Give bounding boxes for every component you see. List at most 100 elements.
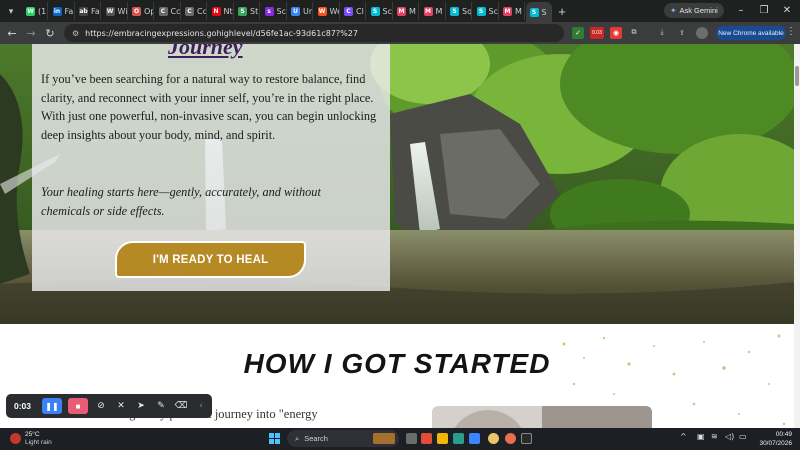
- volume-icon[interactable]: ◁): [725, 432, 734, 441]
- search-icon: ⌕: [295, 433, 300, 443]
- task-view-icon[interactable]: [406, 433, 417, 444]
- tab-label: Cc: [197, 6, 207, 16]
- ready-to-heal-button[interactable]: I'M READY TO HEAL: [115, 241, 306, 278]
- forward-icon[interactable]: →: [22, 24, 40, 42]
- tab-favicon-icon: S: [370, 6, 380, 16]
- page-content: Journey If you’ve been searching for a n…: [0, 44, 800, 428]
- extensions-puzzle-icon[interactable]: ⧉: [628, 27, 640, 39]
- tab[interactable]: U Ur: [287, 2, 313, 20]
- tab-favicon-icon: C: [185, 6, 194, 16]
- recorder-extension-badge: 0.03: [592, 30, 602, 36]
- tab[interactable]: C Cl: [340, 2, 366, 20]
- tab-label: Sq: [462, 6, 472, 16]
- avatar[interactable]: [696, 27, 708, 39]
- system-clock[interactable]: 00:49 30/07/2026: [754, 430, 792, 448]
- restore-icon[interactable]: ❐: [752, 0, 776, 20]
- stop-button[interactable]: ■: [68, 398, 88, 414]
- back-icon[interactable]: ←: [3, 24, 21, 42]
- tab-label: Sc: [382, 6, 392, 16]
- tab-favicon-icon: C: [158, 6, 168, 16]
- tab[interactable]: s Sc: [261, 2, 287, 20]
- tab[interactable]: S Sq: [446, 2, 472, 20]
- file-explorer-icon[interactable]: [437, 433, 448, 444]
- weather-temp: 25°C: [25, 431, 40, 438]
- tab[interactable]: C Cc: [155, 2, 181, 20]
- collapse-chevron-icon[interactable]: ‹: [194, 398, 208, 414]
- address-url[interactable]: https://embracingexpressions.gohighlevel…: [85, 29, 358, 38]
- tab-label: Sc: [276, 6, 286, 16]
- tab[interactable]: OOp: [128, 2, 154, 20]
- store-icon[interactable]: [469, 433, 480, 444]
- edge-icon[interactable]: [453, 433, 464, 444]
- app-icon[interactable]: [421, 433, 432, 444]
- page-scrollbar[interactable]: [794, 44, 800, 428]
- tab[interactable]: WWe: [314, 2, 340, 20]
- tab-favicon-icon: M: [397, 6, 406, 16]
- hero-tagline: Your healing starts here—gently, accurat…: [41, 185, 321, 218]
- clock-time: 00:49: [775, 431, 792, 438]
- address-bar[interactable]: ⚙ https://embracingexpressions.gohighlev…: [64, 24, 564, 42]
- start-button[interactable]: [269, 433, 280, 444]
- tab-label: S: [541, 7, 547, 17]
- tab[interactable]: in Fa: [49, 2, 75, 20]
- menu-kebab-icon[interactable]: ⋮: [786, 26, 796, 37]
- chrome-profile-icon[interactable]: [505, 433, 516, 444]
- pause-button[interactable]: ❚❚: [42, 398, 62, 414]
- camera-off-icon[interactable]: ⊘: [94, 398, 108, 414]
- recording-timer: 0:03: [14, 401, 32, 411]
- weather-widget[interactable]: 25°C Light rain: [10, 431, 52, 446]
- scrollbar-thumb[interactable]: [795, 66, 799, 86]
- tab[interactable]: W(1): [22, 2, 48, 20]
- tab[interactable]: MM: [393, 2, 419, 20]
- tab[interactable]: N Nt: [208, 2, 234, 20]
- eraser-icon[interactable]: ⌫: [174, 398, 188, 414]
- search-placeholder: Search: [304, 434, 328, 443]
- tab[interactable]: S St: [234, 2, 260, 20]
- browser-toolbar: ← → ↻ ⚙ https://embracingexpressions.goh…: [0, 22, 800, 44]
- tray-overflow-icon[interactable]: ^: [680, 432, 687, 441]
- mic-off-icon[interactable]: ✕: [114, 398, 128, 414]
- tab-favicon-icon: W: [26, 6, 35, 16]
- tab-label: Ur: [303, 6, 313, 16]
- chrome-icon[interactable]: [488, 433, 499, 444]
- pen-icon[interactable]: ✎: [154, 398, 168, 414]
- tab-label: Op: [144, 6, 153, 16]
- tab-label: M: [409, 6, 416, 16]
- tab[interactable]: ab Fa: [75, 2, 101, 20]
- tab[interactable]: MM: [420, 2, 446, 20]
- taskbar-search[interactable]: ⌕ Search: [287, 430, 399, 447]
- tab[interactable]: W Wi: [102, 2, 128, 20]
- tab-favicon-icon: W: [317, 6, 327, 16]
- tab[interactable]: MM: [499, 2, 525, 20]
- tab-favicon-icon: ab: [79, 6, 88, 16]
- tab-favicon-icon: S: [476, 6, 486, 16]
- tab[interactable]: C Cc: [181, 2, 207, 20]
- tab-strip: ▾ W(1)inFaabFaWWiOOpCCcCCcNNtSStsScUUrWW…: [0, 0, 800, 22]
- new-tab-button[interactable]: +: [552, 1, 572, 21]
- battery-icon[interactable]: ▭: [739, 432, 747, 441]
- tab[interactable]: S Sc: [367, 2, 393, 20]
- tab[interactable]: S Sc: [473, 2, 499, 20]
- site-info-icon[interactable]: ⚙: [72, 29, 79, 38]
- tab-label: We: [329, 6, 339, 16]
- tab-search-icon[interactable]: ▾: [0, 0, 22, 22]
- download-icon[interactable]: ⤓: [656, 27, 668, 39]
- cursor-icon[interactable]: ➤: [134, 398, 148, 414]
- tab-favicon-icon: s: [264, 6, 274, 16]
- share-icon[interactable]: ⇪: [676, 27, 688, 39]
- extension-icon[interactable]: ✓: [572, 27, 584, 39]
- chrome-update-button[interactable]: New Chrome available: [716, 26, 786, 40]
- recorder-extension-icon[interactable]: 0.03: [590, 27, 604, 39]
- minimize-icon[interactable]: –: [729, 0, 753, 20]
- tab-favicon-icon: C: [344, 6, 353, 16]
- tab-active[interactable]: SS✕: [525, 2, 552, 22]
- wifi-icon[interactable]: ≋: [711, 432, 718, 441]
- ask-gemini-button[interactable]: ✦ Ask Gemini: [664, 3, 724, 18]
- extension-red-icon[interactable]: ◉: [610, 27, 622, 39]
- terminal-icon[interactable]: [521, 433, 532, 444]
- tab-favicon-icon: S: [238, 6, 247, 16]
- tab-label: Sc: [488, 6, 498, 16]
- tray-app-icon[interactable]: ▣: [697, 432, 705, 441]
- close-window-icon[interactable]: ✕: [775, 0, 799, 20]
- reload-icon[interactable]: ↻: [41, 24, 59, 42]
